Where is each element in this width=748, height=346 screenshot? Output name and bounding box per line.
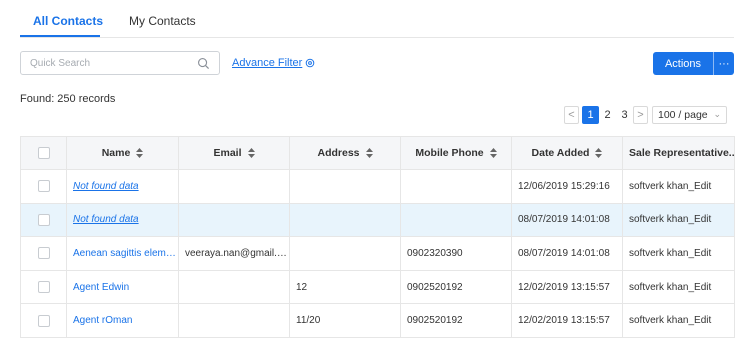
column-label: Address [317,147,360,159]
next-page-button[interactable]: > [633,105,648,124]
contact-mobile [400,169,512,204]
contact-date-added: 08/07/2019 14:01:08 [511,236,623,271]
search-icon[interactable] [197,57,210,70]
advance-filter-label: Advance Filter [232,57,303,69]
table-row[interactable]: Aenean sagittis elemen... veeraya.nan@gm… [20,236,735,271]
contact-email [178,169,290,204]
filter-gear-icon [306,58,315,68]
table-row[interactable]: Not found data 12/06/2019 15:29:16 softv… [20,169,735,204]
column-label: Email [213,147,242,159]
contacts-tabs: All Contacts My Contacts [20,0,734,38]
row-checkbox[interactable] [37,180,50,193]
contact-mobile [400,202,512,238]
sort-icon[interactable] [595,148,603,158]
page-3-button[interactable]: 3 [616,106,633,124]
row-checkbox[interactable] [37,247,50,260]
table-row[interactable]: Not found data 08/07/2019 14:01:08 softv… [20,202,735,238]
row-checkbox[interactable] [37,281,50,294]
contact-mobile: 0902520192 [400,269,512,305]
contact-date-added: 12/02/2019 13:15:57 [511,303,623,338]
contact-date-added: 12/06/2019 15:29:16 [511,169,623,204]
sort-icon[interactable] [489,148,497,158]
contact-name-link[interactable]: Agent Edwin [66,269,179,305]
contact-sale-rep: softverk khan_Edit [622,169,735,204]
page-1-button[interactable]: 1 [582,105,599,124]
contact-mobile: 0902320390 [400,236,512,271]
actions-button-group: Actions ··· [653,52,734,75]
row-select-cell [20,269,67,305]
contacts-table: Name Email Address Mobile Phone Date Add… [20,136,735,338]
contact-sale-rep: softverk khan_Edit [622,269,735,305]
pagination: < 1 2 3 > 100 / page ⌄ [564,105,727,124]
contact-address [289,169,401,204]
page-size-select[interactable]: 100 / page ⌄ [652,105,727,124]
row-checkbox[interactable] [37,213,50,226]
contact-sale-rep: softverk khan_Edit [622,303,735,338]
column-header-name[interactable]: Name [66,136,179,170]
column-label: Mobile Phone [415,147,484,159]
contact-address [289,236,401,271]
column-label: Date Added [531,147,590,159]
actions-more-button[interactable]: ··· [713,52,734,75]
advance-filter-link[interactable]: Advance Filter [232,57,315,69]
contact-address: 12 [289,269,401,305]
actions-button[interactable]: Actions [653,52,713,75]
contact-date-added: 08/07/2019 14:01:08 [511,202,623,238]
sort-icon[interactable] [247,148,255,158]
contact-name-link[interactable]: Aenean sagittis elemen... [66,236,179,271]
select-all-checkbox[interactable] [37,147,50,160]
contact-email [178,303,290,338]
contact-sale-rep: softverk khan_Edit [622,202,735,238]
tab-all-contacts[interactable]: All Contacts [33,14,103,28]
contact-email [178,202,290,238]
contact-address: 11/20 [289,303,401,338]
row-select-cell [20,202,67,238]
contact-email: veeraya.nan@gmail.com [178,236,290,271]
select-all-cell [20,136,67,170]
column-label: Sale Representative... [629,147,735,159]
sort-icon[interactable] [136,148,144,158]
contact-name-link[interactable]: Not found data [66,202,179,238]
column-header-mobile-phone[interactable]: Mobile Phone [400,136,512,170]
table-header-row: Name Email Address Mobile Phone Date Add… [20,136,735,170]
contact-email [178,269,290,305]
prev-page-button[interactable]: < [564,105,579,124]
tab-my-contacts[interactable]: My Contacts [129,14,196,28]
chevron-down-icon: ⌄ [713,109,721,119]
column-header-date-added[interactable]: Date Added [511,136,623,170]
column-header-email[interactable]: Email [178,136,290,170]
column-label: Name [101,147,131,159]
contact-name-link[interactable]: Agent rOman [66,303,179,338]
contact-mobile: 0902520192 [400,303,512,338]
page-size-value: 100 / page [658,108,708,121]
column-header-address[interactable]: Address [289,136,401,170]
active-tab-indicator [20,35,100,37]
row-checkbox[interactable] [37,314,50,327]
sort-icon[interactable] [365,148,373,158]
quick-search-box [20,51,220,75]
row-select-cell [20,236,67,271]
contact-name-link[interactable]: Not found data [66,169,179,204]
table-row[interactable]: Agent rOman 11/20 0902520192 12/02/2019 … [20,303,735,338]
contact-address [289,202,401,238]
row-select-cell [20,303,67,338]
column-header-sale-representative[interactable]: Sale Representative... [622,136,735,170]
records-found-count: Found: 250 records [20,93,116,105]
row-select-cell [20,169,67,204]
contact-date-added: 12/02/2019 13:15:57 [511,269,623,305]
table-row[interactable]: Agent Edwin 12 0902520192 12/02/2019 13:… [20,269,735,305]
page-2-button[interactable]: 2 [599,106,616,124]
contact-sale-rep: softverk khan_Edit [622,236,735,271]
quick-search-input[interactable] [21,52,191,74]
